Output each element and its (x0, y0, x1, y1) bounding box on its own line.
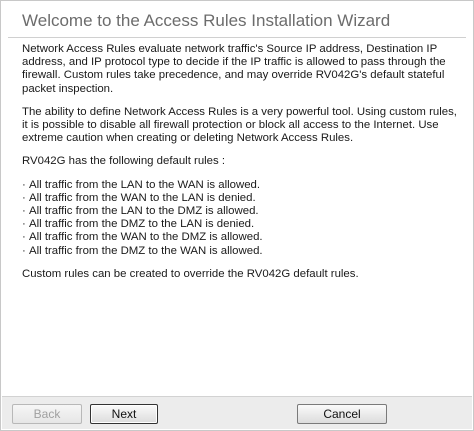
bullet-icon: · (22, 205, 26, 218)
list-item: · All traffic from the LAN to the WAN is … (22, 178, 261, 191)
next-button[interactable]: Next (90, 404, 158, 424)
list-item: · All traffic from the DMZ to the LAN is … (22, 218, 255, 231)
bullet-icon: · (22, 244, 26, 257)
wizard-content: Network Access Rules evaluate network tr… (22, 43, 462, 291)
list-item: · All traffic from the LAN to the DMZ is … (22, 205, 259, 218)
closing-paragraph: Custom rules can be created to override … (22, 267, 359, 280)
wizard-title: Welcome to the Access Rules Installation… (22, 11, 391, 30)
list-item: · All traffic from the WAN to the DMZ is … (22, 231, 263, 244)
bullet-icon: · (22, 178, 26, 191)
warning-paragraph: The ability to define Network Access Rul… (22, 105, 457, 145)
default-rules-heading: RV042G has the following default rules : (22, 155, 226, 168)
bullet-icon: · (22, 218, 26, 231)
list-item: · All traffic from the WAN to the LAN is … (22, 191, 256, 204)
default-rules-list: · All traffic from the LAN to the WAN is … (22, 179, 462, 258)
bullet-icon: · (22, 231, 26, 244)
wizard-footer: Back Next Cancel (2, 396, 472, 429)
bullet-icon: · (22, 191, 26, 204)
list-item: · All traffic from the DMZ to the WAN is … (22, 244, 263, 257)
back-button[interactable]: Back (12, 404, 82, 424)
intro-paragraph: Network Access Rules evaluate network tr… (22, 43, 446, 95)
title-divider (8, 37, 466, 38)
cancel-button[interactable]: Cancel (297, 404, 387, 424)
wizard-dialog: Welcome to the Access Rules Installation… (0, 0, 474, 431)
